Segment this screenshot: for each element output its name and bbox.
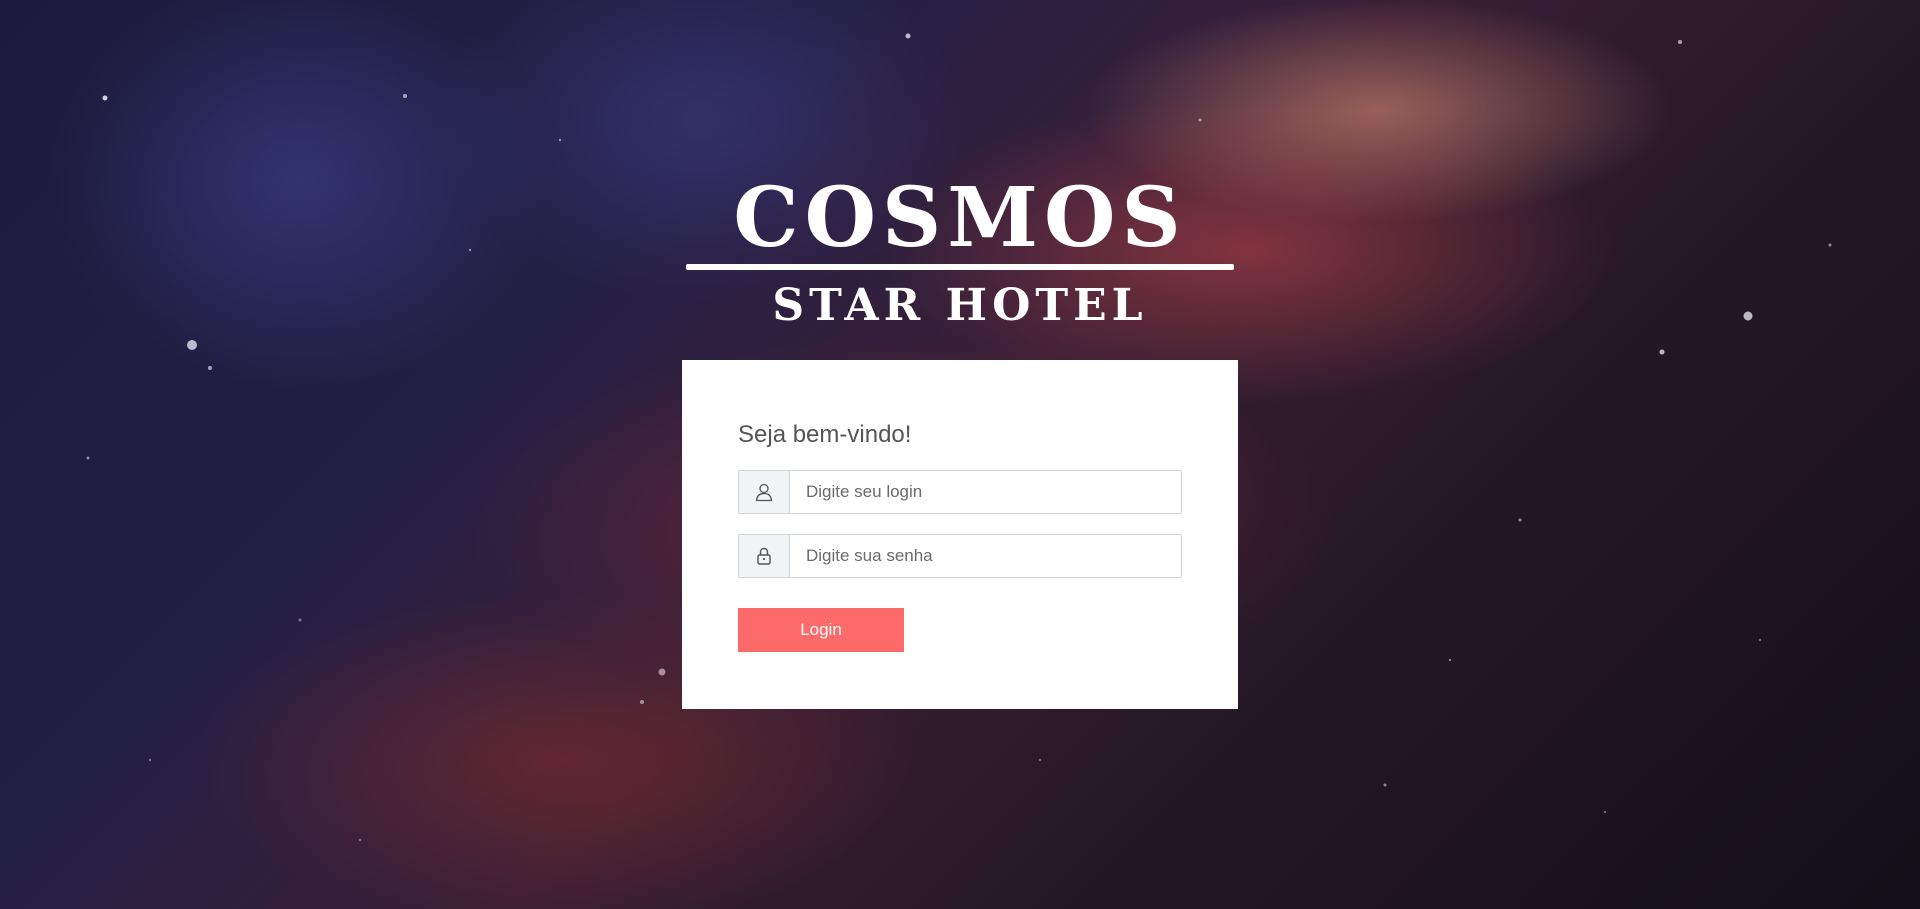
- login-card: Seja bem-vindo! Login: [682, 360, 1238, 709]
- welcome-heading: Seja bem-vindo!: [738, 421, 912, 448]
- brand-subtitle: STAR HOTEL: [772, 280, 1148, 331]
- user-icon: [739, 471, 790, 513]
- hotel-logo: COSMOS STAR HOTEL: [686, 172, 1234, 328]
- brand-name: COSMOS: [733, 170, 1187, 266]
- lock-icon: [739, 535, 790, 577]
- login-input[interactable]: [790, 471, 1181, 513]
- login-input-group: [738, 470, 1182, 514]
- login-button[interactable]: Login: [738, 608, 904, 652]
- password-input[interactable]: [790, 535, 1181, 577]
- password-input-group: [738, 534, 1182, 578]
